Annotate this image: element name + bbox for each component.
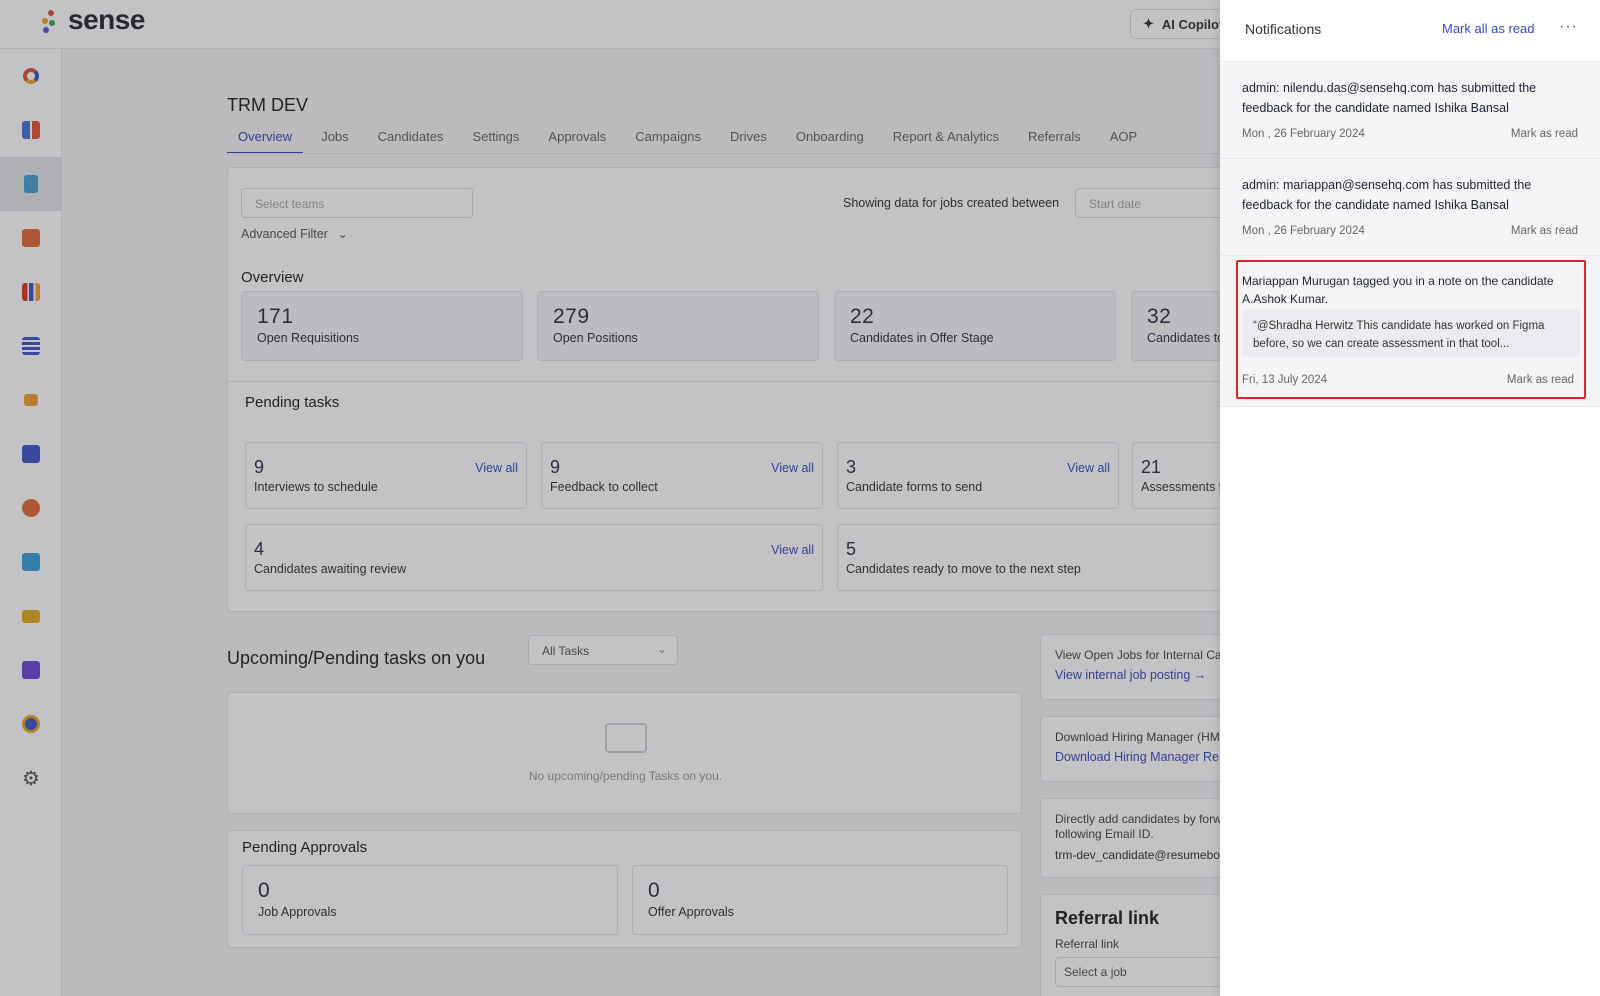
notification-date: Mon , 26 February 2024 xyxy=(1242,128,1365,140)
highlight-box xyxy=(1236,260,1586,399)
mark-all-as-read-button[interactable]: Mark all as read xyxy=(1442,21,1534,36)
notification-text: admin: mariappan@sensehq.com has submitt… xyxy=(1242,178,1532,212)
notification-date: Mon , 26 February 2024 xyxy=(1242,225,1365,237)
more-options-icon[interactable]: ··· xyxy=(1559,18,1578,36)
notifications-drawer: Notifications Mark all as read ··· admin… xyxy=(1220,0,1600,996)
modal-backdrop[interactable] xyxy=(0,0,1220,996)
notifications-header: Notifications Mark all as read ··· xyxy=(1220,0,1600,62)
notifications-title: Notifications xyxy=(1245,21,1322,37)
mark-as-read-button[interactable]: Mark as read xyxy=(1511,128,1578,140)
mark-as-read-button[interactable]: Mark as read xyxy=(1511,225,1578,237)
notification-item[interactable]: admin: mariappan@sensehq.com has submitt… xyxy=(1220,159,1600,256)
notification-item[interactable]: admin: nilendu.das@sensehq.com has submi… xyxy=(1220,62,1600,159)
notification-text: admin: nilendu.das@sensehq.com has submi… xyxy=(1242,81,1537,115)
